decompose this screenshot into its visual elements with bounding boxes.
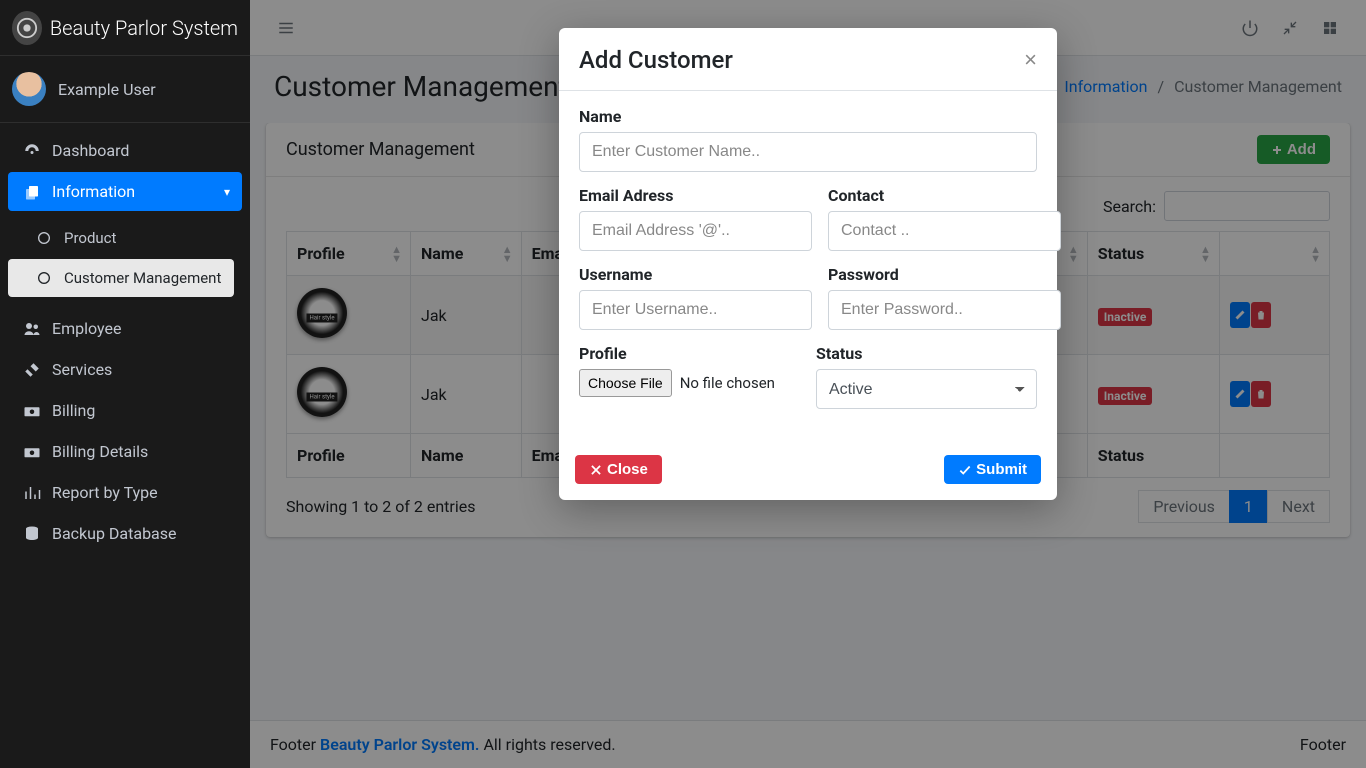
sidebar-item-information[interactable]: Information▾ [8, 172, 242, 211]
password-label: Password [828, 265, 1061, 284]
name-label: Name [579, 107, 1037, 126]
name-input[interactable] [579, 132, 1037, 172]
submit-button[interactable]: Submit [944, 455, 1041, 484]
modal-title: Add Customer [579, 46, 1024, 74]
sidebar-item-backup-database[interactable]: Backup Database [8, 514, 242, 553]
copy-icon [20, 183, 44, 201]
contact-label: Contact [828, 186, 1061, 205]
sidebar-item-label: Information [52, 182, 224, 201]
file-chosen-text: No file chosen [680, 374, 775, 392]
choose-file-button[interactable]: Choose File [579, 369, 672, 397]
sidebar-item-product[interactable]: Product [8, 219, 234, 257]
email-label: Email Adress [579, 186, 812, 205]
sidebar-item-services[interactable]: Services [8, 350, 242, 389]
nav: Dashboard Information▾ Product Customer Man… [0, 123, 250, 563]
sidebar-item-label: Customer Management [64, 269, 222, 287]
modal-close-button[interactable]: × [1024, 49, 1037, 71]
sidebar-item-billing[interactable]: Billing [8, 391, 242, 430]
sidebar-item-label: Billing Details [52, 442, 230, 461]
sidebar-item-label: Product [64, 229, 222, 247]
add-customer-modal: Add Customer × Name Email Adress C [559, 28, 1057, 500]
sidebar-item-label: Billing [52, 401, 230, 420]
circle-icon [32, 270, 56, 286]
contact-input[interactable] [828, 211, 1061, 251]
content-wrapper: Customer Management InformationCustomer … [250, 0, 1366, 768]
brand-text: Beauty Parlor System [50, 16, 238, 40]
username-label: Username [579, 265, 812, 284]
chart-icon [20, 484, 44, 502]
users-icon [20, 320, 44, 338]
money-icon [20, 443, 44, 461]
brand[interactable]: Beauty Parlor System [0, 0, 250, 56]
sidebar-item-label: Services [52, 360, 230, 379]
sidebar-item-customer-management[interactable]: Customer Management [8, 259, 234, 297]
user-name: Example User [58, 80, 156, 99]
sidebar-item-billing-details[interactable]: Billing Details [8, 432, 242, 471]
submit-button-label: Submit [976, 461, 1027, 478]
gauge-icon [20, 142, 44, 160]
sidebar-item-label: Report by Type [52, 483, 230, 502]
tools-icon [20, 361, 44, 379]
db-icon [20, 525, 44, 543]
user-panel[interactable]: Example User [0, 56, 250, 123]
avatar [12, 72, 46, 106]
sidebar: Beauty Parlor System Example User Dashbo… [0, 0, 250, 768]
sidebar-item-employee[interactable]: Employee [8, 309, 242, 348]
username-input[interactable] [579, 290, 812, 330]
circle-icon [32, 230, 56, 246]
sidebar-item-dashboard[interactable]: Dashboard [8, 131, 242, 170]
sidebar-item-label: Employee [52, 319, 230, 338]
status-select[interactable]: ActiveInactive [816, 369, 1037, 409]
profile-label: Profile [579, 344, 800, 363]
sidebar-item-label: Backup Database [52, 524, 230, 543]
password-input[interactable] [828, 290, 1061, 330]
brand-logo-icon [12, 11, 42, 45]
modal-backdrop[interactable]: Add Customer × Name Email Adress C [250, 0, 1366, 768]
close-button[interactable]: Close [575, 455, 662, 484]
email-input[interactable] [579, 211, 812, 251]
money-icon [20, 402, 44, 420]
sidebar-item-report-by-type[interactable]: Report by Type [8, 473, 242, 512]
sidebar-item-label: Dashboard [52, 141, 230, 160]
status-label: Status [816, 344, 1037, 363]
close-button-label: Close [607, 461, 648, 478]
chevron-down-icon: ▾ [224, 185, 230, 199]
